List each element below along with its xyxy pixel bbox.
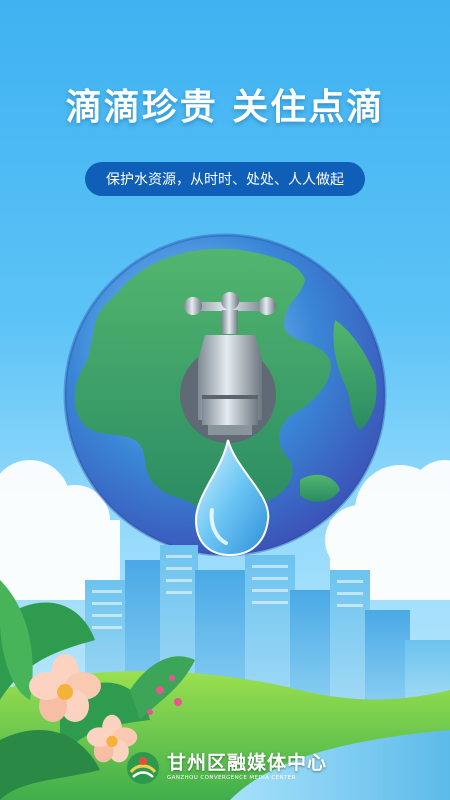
logo-english: GANZHOU CONVERGENCE MEDIA CENTER xyxy=(167,775,296,782)
subtitle-text: 保护水资源，从时时、处处、人人做起 xyxy=(106,172,344,188)
subtitle-pill: 保护水资源，从时时、处处、人人做起 xyxy=(85,162,365,196)
logo-text: 甘州区融媒体中心 GANZHOU CONVERGENCE MEDIA CENTE… xyxy=(167,754,327,782)
poster: 滴滴珍贵 关住点滴 保护水资源，从时时、处处、人人做起 甘州区融媒体中心 GAN… xyxy=(0,0,450,800)
logo-mark-icon xyxy=(127,752,159,784)
logo: 甘州区融媒体中心 GANZHOU CONVERGENCE MEDIA CENTE… xyxy=(125,748,327,788)
logo-name: 甘州区融媒体中心 xyxy=(167,752,328,775)
poster-title: 滴滴珍贵 关住点滴 xyxy=(65,87,385,128)
